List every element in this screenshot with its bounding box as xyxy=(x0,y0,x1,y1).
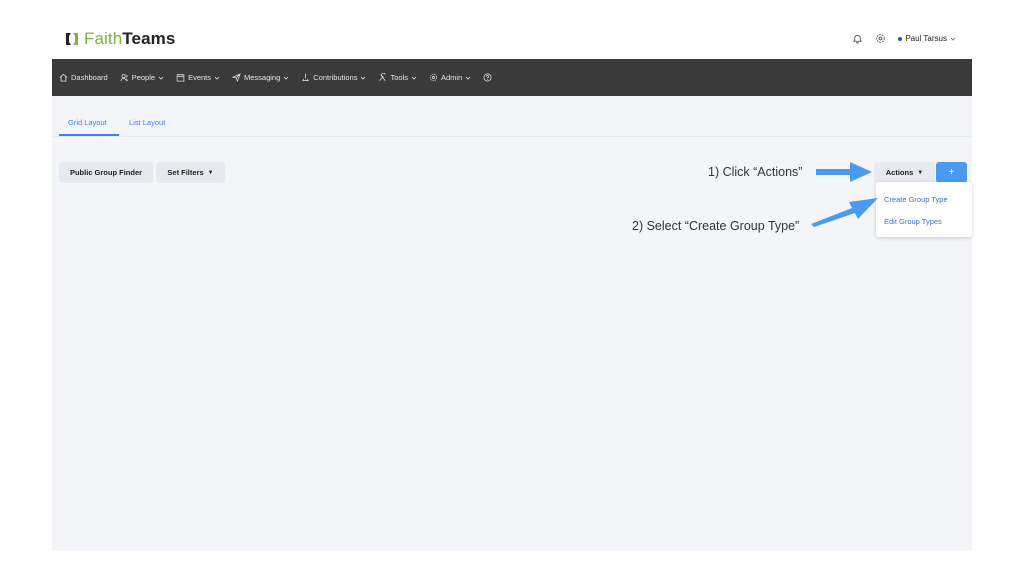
bell-icon[interactable] xyxy=(852,33,863,44)
user-name: Paul Tarsus xyxy=(905,34,947,43)
nav-label: Contributions xyxy=(313,73,358,82)
nav-label: Dashboard xyxy=(71,73,108,82)
nav-label: People xyxy=(131,73,156,82)
chevron-down-icon xyxy=(283,76,289,80)
online-status-dot xyxy=(898,36,903,41)
step1-annotation: 1) Click “Actions” xyxy=(708,165,803,179)
menu-item-create-group-type[interactable]: Create Group Type xyxy=(884,195,948,204)
nav-admin[interactable]: Admin xyxy=(429,73,471,82)
step2-annotation: 2) Select “Create Group Type” xyxy=(632,219,800,233)
plus-icon: + xyxy=(948,167,955,178)
nav-contributions[interactable]: Contributions xyxy=(301,73,366,82)
logo-faith: Faith xyxy=(84,29,123,48)
tab-grid-layout[interactable]: Grid Layout xyxy=(68,118,107,127)
menu-item-edit-group-types[interactable]: Edit Group Types xyxy=(884,217,942,226)
button-label: Set Filters xyxy=(167,168,204,177)
active-tab-indicator xyxy=(59,134,119,136)
help-icon xyxy=(483,73,492,82)
arrow-up-right-icon xyxy=(811,198,878,227)
chevron-down-icon xyxy=(411,76,417,80)
button-label: Public Group Finder xyxy=(69,168,143,177)
user-menu[interactable]: Paul Tarsus xyxy=(898,34,956,43)
nav-label: Messaging xyxy=(244,73,281,82)
arrow-right-icon xyxy=(816,162,872,182)
nav-messaging[interactable]: Messaging xyxy=(232,73,289,82)
chevron-down-icon xyxy=(214,76,220,80)
layout-tabs: Grid Layout List Layout xyxy=(52,96,972,137)
chevron-down-icon xyxy=(158,76,164,80)
chevron-down-icon xyxy=(361,76,366,80)
set-filters-button[interactable]: Set Filters ▼ xyxy=(156,162,225,183)
home-icon xyxy=(59,73,68,82)
logo-text: FaithTeams xyxy=(84,29,175,49)
nav-people[interactable]: People xyxy=(120,73,164,82)
nav-tools[interactable]: Tools xyxy=(378,73,417,82)
header-actions: Paul Tarsus xyxy=(852,33,956,44)
chevron-down-icon xyxy=(465,76,471,80)
tools-icon xyxy=(379,73,387,81)
nav-help[interactable] xyxy=(483,73,492,82)
send-icon xyxy=(232,73,241,82)
settings-gear-icon[interactable] xyxy=(875,33,886,44)
caret-down-icon: ▼ xyxy=(917,169,924,176)
chevron-down-icon xyxy=(950,37,956,41)
nav-events[interactable]: Events xyxy=(176,73,220,82)
add-button[interactable]: + xyxy=(936,162,967,183)
nav-dashboard[interactable]: Dashboard xyxy=(59,73,108,82)
tab-list-layout[interactable]: List Layout xyxy=(129,118,165,127)
people-icon xyxy=(120,74,128,82)
faithteams-logo[interactable]: FaithTeams xyxy=(65,29,175,49)
gear-icon xyxy=(429,73,438,82)
nav-label: Tools xyxy=(390,73,408,82)
contributions-icon xyxy=(302,73,309,82)
logo-teams: Teams xyxy=(122,29,176,48)
actions-button[interactable]: Actions ▼ xyxy=(874,162,935,183)
logo-mark-icon xyxy=(66,33,78,45)
nav-label: Admin xyxy=(441,73,463,82)
caret-down-icon: ▼ xyxy=(207,169,214,176)
nav-label: Events xyxy=(188,73,211,82)
main-navbar: Dashboard People Events Messaging Contri… xyxy=(52,59,972,96)
actions-dropdown-menu: Create Group Type Edit Group Types xyxy=(876,182,972,237)
public-group-finder-button[interactable]: Public Group Finder xyxy=(59,162,153,183)
calendar-icon xyxy=(176,73,185,82)
button-label: Actions xyxy=(885,168,914,177)
